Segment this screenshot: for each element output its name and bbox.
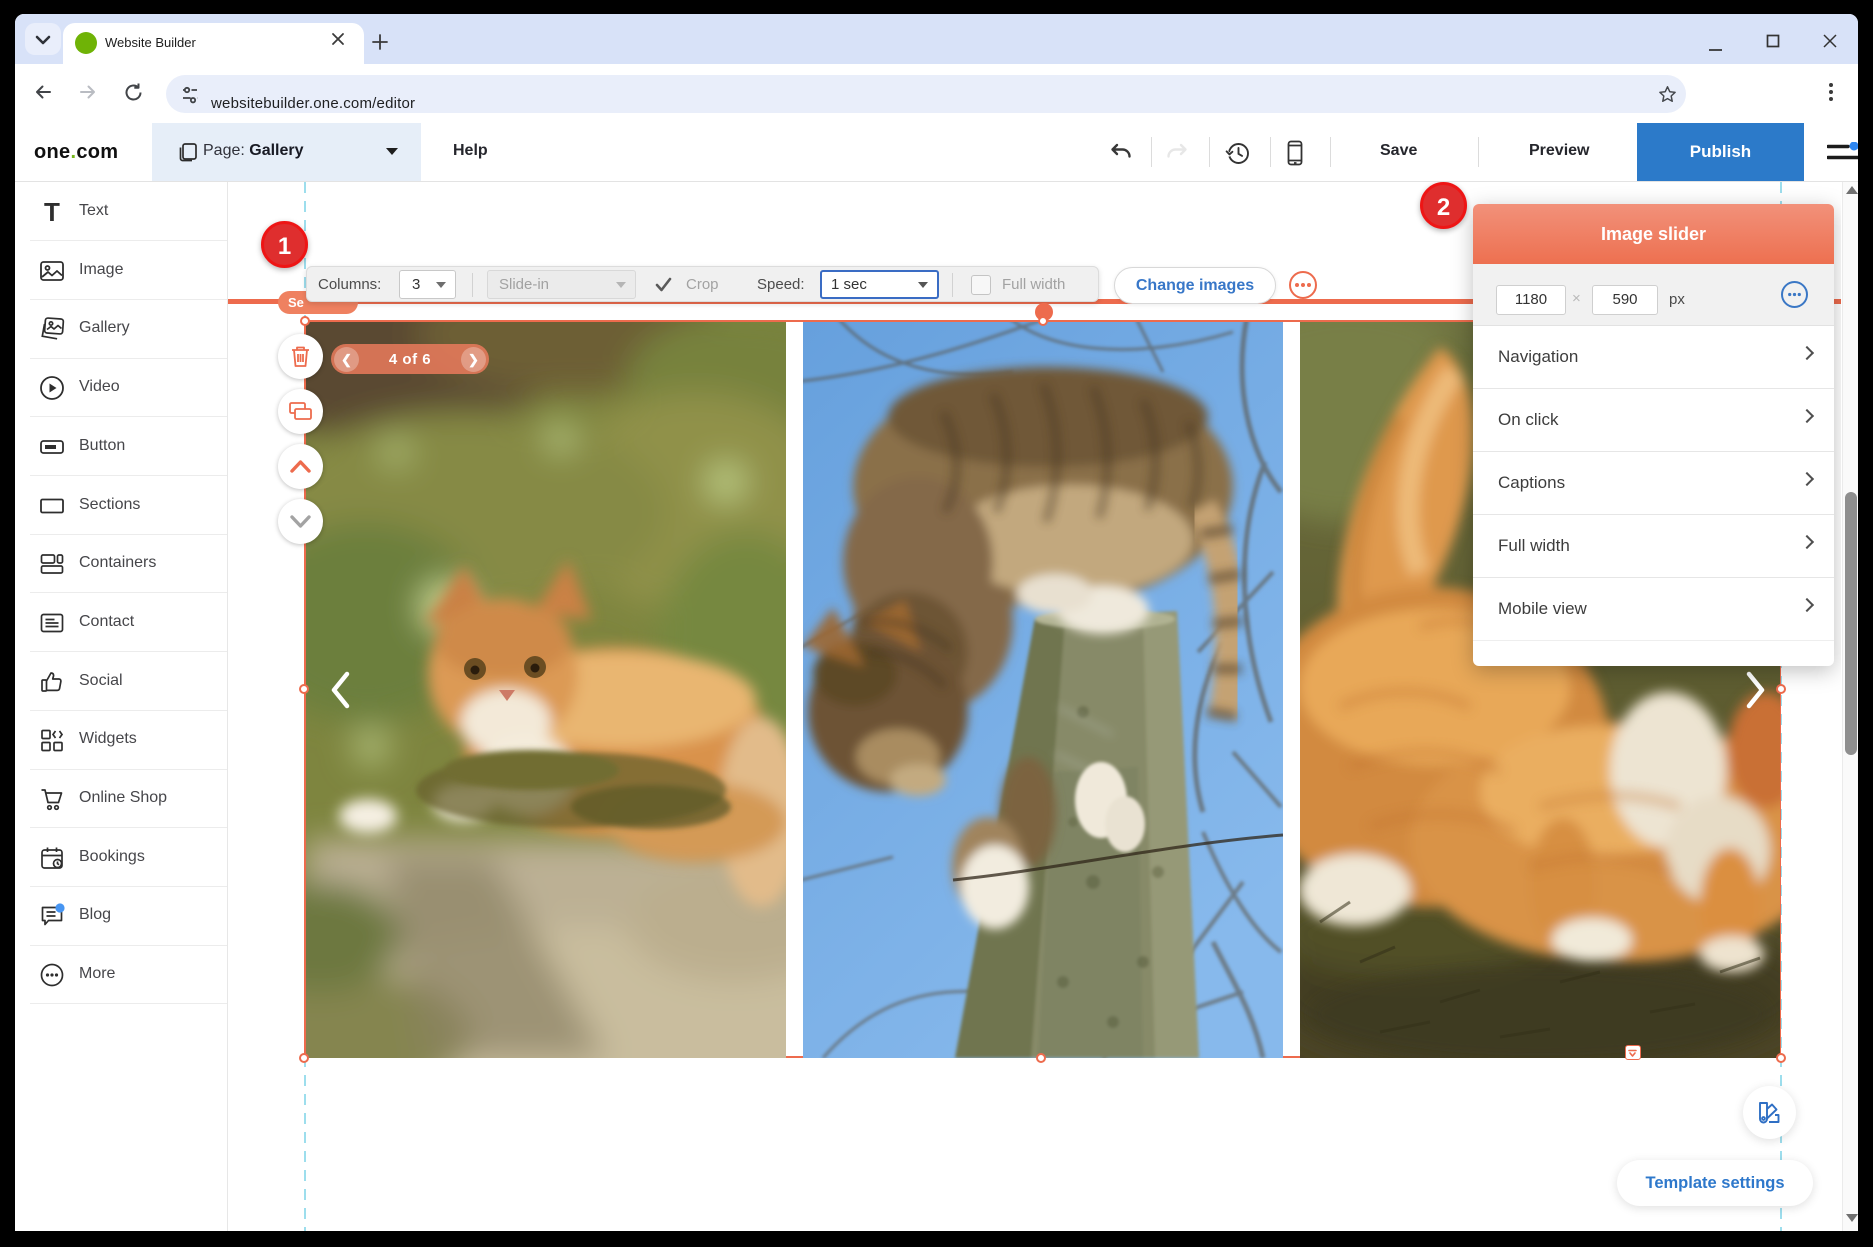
svg-text:T: T <box>44 199 60 225</box>
